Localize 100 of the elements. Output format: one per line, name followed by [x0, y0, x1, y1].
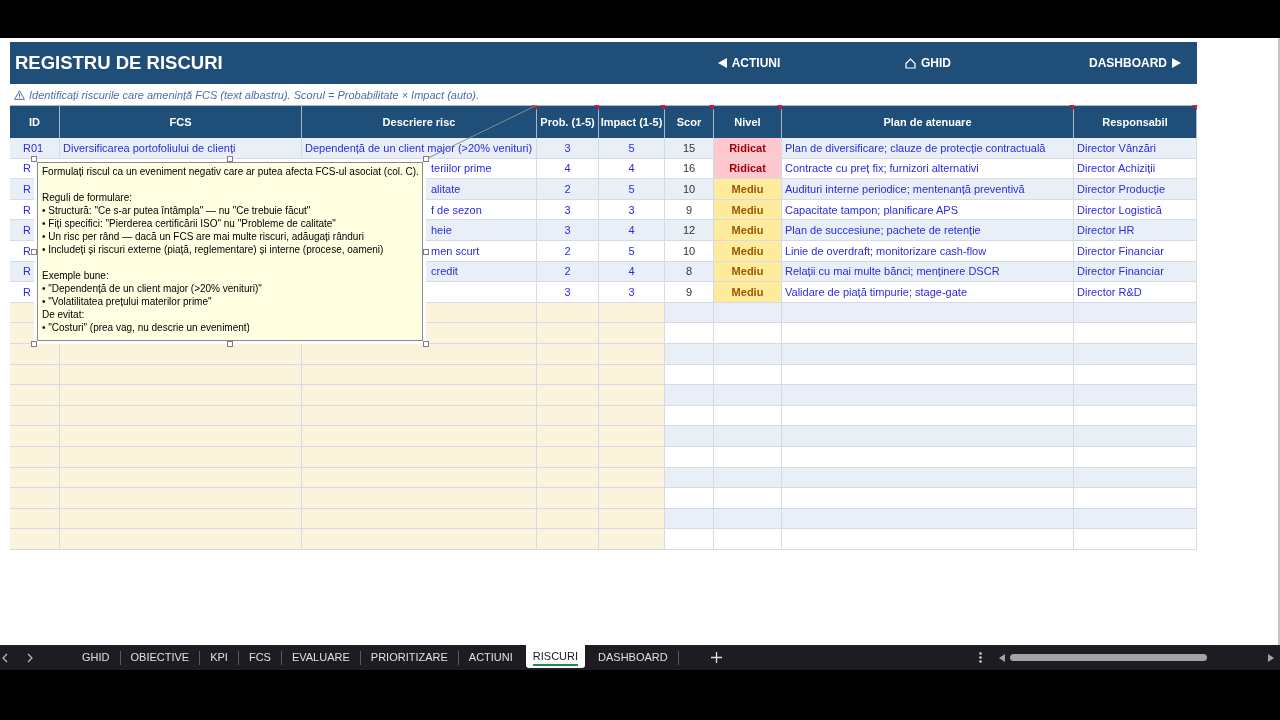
impact-cell: 5	[599, 240, 665, 262]
input-cell	[537, 405, 599, 427]
input-cell	[10, 446, 60, 468]
home-icon	[905, 57, 916, 69]
impact-cell: 5	[599, 138, 665, 159]
owner-cell: Director HR	[1074, 220, 1197, 241]
note-line: Formulați riscul ca un eveniment negativ care ar putea afecta FCS-ul asociat (col. C).	[42, 165, 418, 178]
input-cell	[599, 488, 665, 509]
sheet-tab[interactable]: EVALUARE	[281, 645, 360, 670]
sheet-title: REGISTRU DE RISCURI	[14, 52, 223, 74]
scrollbar-thumb[interactable]	[1010, 654, 1207, 661]
sheet-tab[interactable]: PRIORITIZARE	[360, 645, 458, 670]
instruction-text: Identificați riscurile care amenință FCS (text albastru). Scorul = Probabilitate × Impact (auto).	[29, 88, 479, 101]
input-cell	[10, 467, 60, 489]
plan-cell: Linie de overdraft; monitorizare cash-flow	[782, 240, 1074, 262]
resize-handle[interactable]	[31, 248, 37, 255]
chevron-right-icon[interactable]	[27, 652, 33, 663]
description-cell: alitate	[426, 179, 537, 200]
input-cell	[10, 508, 60, 530]
level-cell: Mediu	[714, 220, 782, 241]
sheet-tab[interactable]: KPI	[200, 645, 238, 670]
sheet-tab[interactable]: DASHBOARD	[588, 645, 678, 670]
input-cell	[10, 364, 60, 386]
input-cell	[599, 323, 665, 344]
sheet-tab[interactable]: FCS	[238, 645, 281, 670]
owner-cell: Director Achiziții	[1074, 158, 1197, 180]
nav-button[interactable]: DASHBOARD	[1086, 54, 1184, 72]
score-cell: 12	[665, 220, 714, 241]
note-line: • Includeți și riscuri externe (piață, reglementare) și interne (procese, oameni)	[42, 243, 385, 256]
nav-button[interactable]: ACTIUNI	[714, 54, 784, 72]
column-header: Prob. (1-5)	[537, 105, 599, 138]
owner-cell: Director Producție	[1074, 179, 1197, 200]
input-cell	[537, 385, 599, 406]
input-cell	[599, 343, 665, 365]
triangle-right-icon[interactable]	[1268, 653, 1274, 662]
column-header: Nivel	[714, 105, 782, 138]
more-icon[interactable]	[979, 652, 982, 663]
score-cell: 10	[665, 240, 714, 262]
impact-cell: 4	[599, 158, 665, 180]
note-line: • Un risc per rând — dacă un FCS are mai multe riscuri, adăugați rânduri	[42, 230, 365, 243]
input-cell	[537, 488, 599, 509]
probability-cell: 2	[537, 240, 599, 262]
probability-cell: 3	[537, 138, 599, 159]
level-cell: Mediu	[714, 199, 782, 221]
score-cell: 9	[665, 282, 714, 303]
resize-handle[interactable]	[31, 341, 37, 347]
impact-cell: 5	[599, 179, 665, 200]
description-cell: teriilor prime	[426, 158, 537, 180]
resize-handle[interactable]	[423, 248, 429, 255]
probability-cell: 2	[537, 261, 599, 283]
warning-icon	[14, 89, 25, 100]
column-header: ID	[10, 105, 60, 138]
owner-cell: Director Financiar	[1074, 240, 1197, 262]
input-cell	[537, 529, 599, 550]
score-cell: 10	[665, 179, 714, 200]
note-line: • "Costuri" (prea vag, nu descrie un eveniment)	[42, 321, 251, 334]
sheet-tab[interactable]: RISCURI	[525, 645, 586, 668]
description-cell: heie	[426, 220, 537, 241]
input-cell	[537, 426, 599, 447]
note-line: Reguli de formulare:	[42, 191, 134, 204]
plan-cell: Validare de piață timpurie; stage-gate	[782, 282, 1074, 303]
resize-handle[interactable]	[31, 156, 37, 162]
input-cell	[537, 467, 599, 489]
sheet-tab[interactable]: ACTIUNI	[458, 645, 523, 670]
input-cell	[10, 343, 60, 365]
probability-cell: 2	[537, 179, 599, 200]
nav-button[interactable]: GHID	[902, 54, 954, 72]
input-cell	[599, 529, 665, 550]
add-sheet-button[interactable]	[708, 650, 724, 665]
column-header: Impact (1-5)	[599, 105, 665, 138]
probability-cell: 3	[537, 220, 599, 241]
note-line: De evitat:	[42, 308, 86, 321]
resize-handle[interactable]	[423, 156, 429, 162]
column-header: FCS	[60, 105, 302, 138]
triangle-left-icon[interactable]	[999, 653, 1005, 662]
score-cell: 8	[665, 261, 714, 283]
column-header: Responsabil	[1074, 105, 1197, 138]
input-cell	[599, 385, 665, 406]
sheet-tab[interactable]: OBIECTIVE	[120, 645, 200, 670]
description-cell: Dependență de un client major (>20% venituri)	[302, 138, 537, 159]
column-header: Descriere risc	[302, 105, 537, 138]
id-cell: R	[10, 220, 34, 241]
chevron-left-icon[interactable]	[2, 652, 8, 663]
input-cell	[10, 323, 34, 344]
resize-handle[interactable]	[227, 156, 233, 162]
input-cell	[537, 508, 599, 530]
resize-handle[interactable]	[423, 341, 429, 347]
impact-cell: 4	[599, 261, 665, 283]
plan-cell: Relații cu mai multe bănci; menținere DSCR	[782, 261, 1074, 283]
triangle-right-icon	[1172, 58, 1181, 68]
input-cell	[599, 405, 665, 427]
plan-cell: Plan de diversificare; clauze de protecție contractuală	[782, 138, 1074, 159]
column-header: Scor	[665, 105, 714, 138]
sheet-tab[interactable]: GHID	[72, 645, 120, 670]
score-cell: 9	[665, 199, 714, 221]
id-cell: R	[10, 261, 34, 283]
resize-handle[interactable]	[227, 341, 233, 347]
probability-cell: 4	[537, 158, 599, 180]
owner-cell: Director Vânzări	[1074, 138, 1197, 159]
note-line: • Fiți specifici: "Pierderea certificării ISO" nu "Probleme de calitate"	[42, 217, 337, 230]
